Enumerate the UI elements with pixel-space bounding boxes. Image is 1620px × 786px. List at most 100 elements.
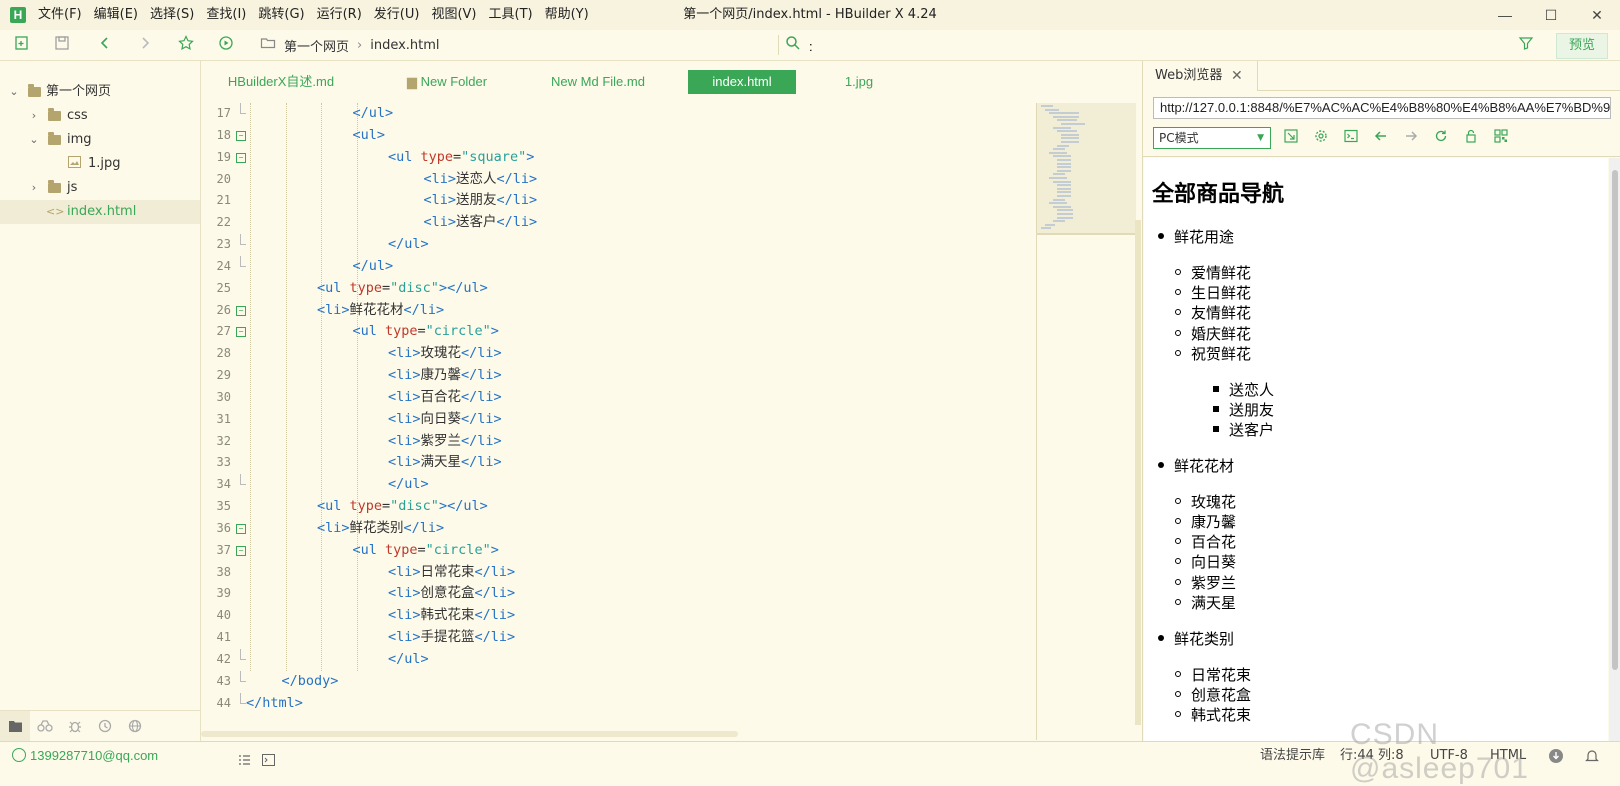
menu-item[interactable]: 文件(F) <box>32 0 88 30</box>
code-editor[interactable]: 17 </ul> 18− <ul> 19− <ul type="square"> 20 <li… <box>201 103 1035 730</box>
git-icon[interactable] <box>90 711 120 742</box>
qrcode-icon[interactable] <box>1491 128 1511 148</box>
code-line[interactable]: 32 <li>紫罗兰</li> <box>201 431 1035 453</box>
globe-icon[interactable] <box>120 711 150 742</box>
rendered-page[interactable]: 全部商品导航 鲜花用途 爱情鲜花 生日鲜花 友情鲜花 婚庆鲜花 祝贺鲜花 送恋人 送朋友 送客户… <box>1144 158 1608 741</box>
preview-button[interactable]: 预览 <box>1556 33 1608 59</box>
new-file-icon[interactable] <box>12 35 32 55</box>
console-icon[interactable] <box>1341 128 1361 148</box>
code-line[interactable]: 27− <ul type="circle"> <box>201 321 1035 343</box>
menu-item[interactable]: 查找(I) <box>200 0 252 30</box>
search-input[interactable] <box>807 36 1491 56</box>
code-line[interactable]: 37− <ul type="circle"> <box>201 540 1035 562</box>
back-icon[interactable] <box>1371 128 1391 148</box>
tree-item-index-html[interactable]: <> index.html <box>0 200 200 224</box>
save-icon[interactable] <box>52 35 72 55</box>
tree-item-1jpg[interactable]: 1.jpg <box>0 152 200 176</box>
forward-icon[interactable] <box>135 35 155 55</box>
refresh-icon[interactable] <box>1431 128 1451 148</box>
minimap-viewport[interactable] <box>1036 103 1136 235</box>
tab-index-html[interactable]: index.html <box>688 70 796 94</box>
fold-toggle-icon[interactable]: − <box>236 545 246 556</box>
tab-new-folder[interactable]: ▆ New Folder <box>397 70 497 94</box>
close-icon[interactable]: ✕ <box>1231 61 1243 91</box>
code-line[interactable]: 34 </ul> <box>201 474 1035 496</box>
cursor-position[interactable]: 行:44 列:8 <box>1340 742 1404 769</box>
code-line[interactable]: 20 <li>送恋人</li> <box>201 169 1035 191</box>
code-line[interactable]: 36− <li>鲜花类别</li> <box>201 518 1035 540</box>
project-icon[interactable] <box>0 711 30 742</box>
list-icon[interactable] <box>238 749 251 776</box>
code-line[interactable]: 40 <li>韩式花束</li> <box>201 605 1035 627</box>
code-line[interactable]: 39 <li>创意花盒</li> <box>201 583 1035 605</box>
menu-item[interactable]: 工具(T) <box>483 0 539 30</box>
code-line[interactable]: 35 <ul type="disc"></ul> <box>201 496 1035 518</box>
menu-item[interactable]: 选择(S) <box>144 0 200 30</box>
url-input[interactable]: http://127.0.0.1:8848/%E7%AC%AC%E4%B8%80… <box>1153 97 1611 119</box>
download-icon[interactable] <box>1548 747 1564 774</box>
code-line[interactable]: 44 </html> <box>201 692 1035 715</box>
code-line[interactable]: 25 <ul type="disc"></ul> <box>201 278 1035 300</box>
run-icon[interactable] <box>216 35 236 55</box>
fold-toggle-icon[interactable]: − <box>236 327 246 338</box>
encoding-label[interactable]: UTF-8 <box>1430 742 1468 769</box>
minimize-button[interactable]: — <box>1482 0 1528 30</box>
breadcrumb-project[interactable]: 第一个网页 <box>284 36 349 55</box>
terminal-icon[interactable] <box>262 749 275 776</box>
fold-toggle-icon[interactable]: − <box>236 523 246 534</box>
tab-new-md-file[interactable]: New Md File.md <box>531 70 665 94</box>
language-label[interactable]: HTML <box>1490 742 1526 769</box>
star-icon[interactable] <box>176 35 196 55</box>
breadcrumb-file[interactable]: index.html <box>370 38 439 53</box>
account-label[interactable]: 1399287710@qq.com <box>30 742 158 769</box>
bug-icon[interactable] <box>60 711 90 742</box>
code-line[interactable]: 21 <li>送朋友</li> <box>201 190 1035 212</box>
scroll-thumb[interactable] <box>1612 170 1618 670</box>
plugin-icon[interactable] <box>30 711 60 742</box>
code-line[interactable]: 19− <ul type="square"> <box>201 147 1035 169</box>
code-line[interactable]: 24 </ul> <box>201 255 1035 278</box>
editor-vertical-scrollbar[interactable] <box>1135 220 1141 725</box>
code-line[interactable]: 42 </ul> <box>201 649 1035 671</box>
notification-icon[interactable] <box>1585 747 1599 774</box>
code-line[interactable]: 41 <li>手提花篮</li> <box>201 627 1035 649</box>
menu-item[interactable]: 编辑(E) <box>88 0 144 30</box>
menu-item[interactable]: 跳转(G) <box>252 0 310 30</box>
fold-toggle-icon[interactable]: − <box>236 305 246 316</box>
code-line[interactable]: 18− <ul> <box>201 125 1035 147</box>
menu-item[interactable]: 运行(R) <box>311 0 368 30</box>
tree-item-img[interactable]: ⌄ img <box>0 128 200 152</box>
fold-toggle-icon[interactable]: − <box>236 130 246 141</box>
code-line[interactable]: 22 <li>送客户</li> <box>201 212 1035 234</box>
code-line[interactable]: 23 </ul> <box>201 234 1035 256</box>
menu-item[interactable]: 帮助(Y) <box>539 0 595 30</box>
code-line[interactable]: 43 </body> <box>201 670 1035 693</box>
back-icon[interactable] <box>95 35 115 55</box>
code-line[interactable]: 31 <li>向日葵</li> <box>201 409 1035 431</box>
horizontal-scrollbar[interactable] <box>201 731 738 737</box>
tab-1jpg[interactable]: 1.jpg <box>829 70 889 94</box>
menu-item[interactable]: 发行(U) <box>368 0 426 30</box>
code-line[interactable]: 26− <li>鲜花花材</li> <box>201 300 1035 322</box>
tree-item-css[interactable]: › css <box>0 104 200 128</box>
lock-icon[interactable] <box>1461 128 1481 148</box>
filter-icon[interactable] <box>1518 35 1534 55</box>
close-window-button[interactable]: ✕ <box>1574 0 1620 30</box>
tree-project-root[interactable]: ⌄ 第一个网页 <box>0 80 200 104</box>
maximize-button[interactable]: ☐ <box>1528 0 1574 30</box>
code-line[interactable]: 38 <li>日常花束</li> <box>201 562 1035 584</box>
tree-item-js[interactable]: › js <box>0 176 200 200</box>
device-mode-select[interactable]: PC模式 ▼ <box>1153 127 1271 149</box>
code-line[interactable]: 29 <li>康乃馨</li> <box>201 365 1035 387</box>
menu-item[interactable]: 视图(V) <box>425 0 482 30</box>
settings-icon[interactable] <box>1311 128 1331 148</box>
tab-web-browser[interactable]: Web浏览器 ✕ <box>1143 61 1258 91</box>
syntax-lib-label[interactable]: 语法提示库 <box>1260 742 1325 769</box>
fold-toggle-icon[interactable]: − <box>236 152 246 163</box>
code-line[interactable]: 33 <li>满天星</li> <box>201 452 1035 474</box>
forward-icon[interactable] <box>1401 128 1421 148</box>
code-line[interactable]: 17 </ul> <box>201 103 1035 125</box>
screenshot-icon[interactable] <box>1281 128 1301 148</box>
browser-vertical-scrollbar[interactable] <box>1609 158 1620 741</box>
tab-hbuilderx-readme[interactable]: HBuilderX自述.md <box>211 70 351 94</box>
